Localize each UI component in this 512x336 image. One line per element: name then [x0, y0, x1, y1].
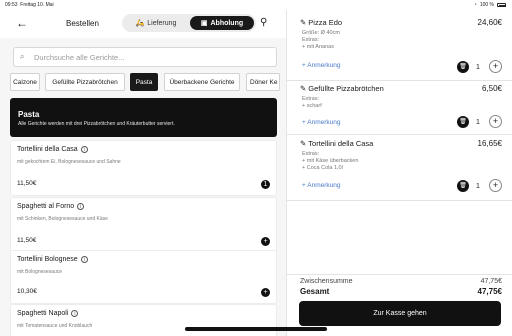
trash-icon[interactable]: 🗑 [457, 61, 469, 73]
cart-item-name[interactable]: ✎ Gefüllte Pizzabrötchen [300, 84, 384, 93]
status-bar: 09:53 Freitag 10. Mai ◔ 100 % [0, 0, 512, 10]
category-banner: Pasta Alle Gerichte werden mit drei Pizz… [10, 98, 277, 137]
info-icon[interactable]: i [80, 256, 88, 263]
subtotal-row: Zwischensumme 47,75€ [300, 278, 502, 285]
menu-item-description: mit gekochtem Ei, Bolognesesauce und Sah… [17, 159, 121, 165]
cart-item-price: 6,50€ [481, 84, 502, 93]
cart-item-details: Extras: + scharf [302, 96, 322, 110]
add-note-link[interactable]: + Anmerkung [302, 119, 340, 126]
battery-icon [497, 3, 506, 7]
back-arrow-icon[interactable]: ← [16, 16, 28, 30]
divider [287, 274, 512, 275]
status-time-date: 09:53 Freitag 10. Mai [5, 2, 54, 8]
quantity-value: 1 [476, 183, 480, 190]
menu-item[interactable]: Tortellini della Casa i mit gekochtem Ei,… [10, 140, 277, 196]
menu-item-name: Tortellini Bolognese i [17, 256, 88, 263]
menu-item-price: 11,50€ [17, 180, 37, 187]
location-pin-icon[interactable]: ⚲ [260, 17, 267, 28]
delivery-option[interactable]: 🛵 Lieferung [124, 16, 188, 30]
cart-item-price: 24,60€ [477, 18, 502, 27]
menu-item-name: Tortellini della Casa i [17, 146, 88, 153]
battery-percent: 100 % [479, 2, 494, 8]
search-input[interactable]: ⌕ Durchsuche alle Gerichte... [13, 47, 277, 67]
bag-icon: ▣ [200, 20, 208, 27]
menu-item-description: mit Bolognesesauce [17, 269, 63, 275]
divider [287, 200, 512, 201]
info-icon[interactable]: i [80, 146, 88, 153]
checkout-button[interactable]: Zur Kasse gehen [299, 301, 501, 326]
plus-icon[interactable]: + [489, 115, 502, 128]
quantity-value: 1 [476, 64, 480, 71]
pencil-icon: ✎ [300, 139, 307, 148]
cart-pane: ✎ Pizza Edo 24,60€ Größe: Ø 40cm Extras: … [287, 10, 512, 336]
subtotal-value: 47,75€ [480, 278, 502, 285]
page-title: Bestellen [66, 19, 99, 28]
info-icon[interactable]: i [71, 310, 79, 317]
add-icon[interactable]: + [261, 288, 270, 297]
cart-item-details: Extras: + mit Käse überbacken + Coca Col… [302, 151, 359, 172]
quantity-value: 1 [476, 119, 480, 126]
wifi-icon: ◔ [473, 2, 477, 8]
delivery-label: Lieferung [147, 19, 177, 27]
order-type-toggle: 🛵 Lieferung ▣ Abholung [122, 14, 256, 32]
banner-description: Alle Gerichte werden mit drei Pizzabrötc… [18, 121, 175, 127]
category-doener[interactable]: Döner Ke [246, 73, 280, 91]
cart-item-details: Größe: Ø 40cm Extras: + mit Ananas [302, 30, 340, 51]
add-icon[interactable]: 1 [261, 180, 270, 189]
category-gefuellte-pizzabroetchen[interactable]: Gefüllte Pizzabrötchen [45, 73, 125, 91]
cart-item: ✎ Tortellini della Casa 16,65€ Extras: + … [300, 139, 502, 209]
status-right: ◔ 100 % [474, 2, 506, 8]
subtotal-label: Zwischensumme [300, 278, 353, 285]
scooter-icon: 🛵 [135, 20, 145, 27]
menu-item[interactable]: Tortellini Bolognese i mit Bolognesesauce… [10, 250, 277, 304]
add-note-link[interactable]: + Anmerkung [302, 182, 340, 189]
cart-item: ✎ Pizza Edo 24,60€ Größe: Ø 40cm Extras: … [300, 18, 502, 88]
add-note-link[interactable]: + Anmerkung [302, 62, 340, 69]
header: ← Bestellen 🛵 Lieferung ▣ Abholung ⚲ [0, 10, 286, 38]
banner-title: Pasta [18, 110, 40, 119]
plus-icon[interactable]: + [489, 179, 502, 192]
pencil-icon: ✎ [300, 84, 307, 93]
category-pasta[interactable]: Pasta [130, 73, 158, 91]
search-icon: ⌕ [20, 52, 25, 61]
menu-item-name: Spaghetti al Forno i [17, 203, 85, 210]
menu-item-description: mit Schinken, Bolognesesauce und Käse [17, 216, 108, 222]
cart-item: ✎ Gefüllte Pizzabrötchen 6,50€ Extras: + … [300, 84, 502, 144]
category-calzone[interactable]: Calzone [10, 73, 40, 91]
pickup-option[interactable]: ▣ Abholung [190, 16, 254, 30]
cart-item-name[interactable]: ✎ Pizza Edo [300, 18, 342, 27]
menu-pane: ← Bestellen 🛵 Lieferung ▣ Abholung ⚲ ⌕ D… [0, 10, 286, 336]
total-row: Gesamt 47,75€ [300, 287, 502, 296]
divider [287, 134, 512, 135]
home-indicator[interactable] [185, 327, 327, 331]
trash-icon[interactable]: 🗑 [457, 116, 469, 128]
total-value: 47,75€ [477, 287, 502, 296]
pickup-label: Abholung [210, 19, 244, 27]
search-placeholder: Durchsuche alle Gerichte... [34, 53, 125, 62]
category-tabs: Calzone Gefüllte Pizzabrötchen Pasta Übe… [0, 73, 286, 93]
category-ueberbackene-gerichte[interactable]: Überbackene Gerichte [164, 73, 240, 91]
menu-item-description: mit Tomatensauce und Knoblauch [17, 323, 93, 329]
info-icon[interactable]: i [77, 203, 85, 210]
plus-icon[interactable]: + [489, 60, 502, 73]
trash-icon[interactable]: 🗑 [457, 180, 469, 192]
menu-item-price: 10,30€ [17, 288, 37, 295]
menu-item-name: Spaghetti Napoli i [17, 310, 79, 317]
pencil-icon: ✎ [300, 18, 307, 27]
cart-item-price: 16,65€ [477, 139, 502, 148]
total-label: Gesamt [300, 287, 330, 296]
menu-item[interactable]: Spaghetti al Forno i mit Schinken, Bologn… [10, 197, 277, 253]
cart-item-name[interactable]: ✎ Tortellini della Casa [300, 139, 373, 148]
add-icon[interactable]: + [261, 237, 270, 246]
divider [287, 80, 512, 81]
menu-item-price: 11,50€ [17, 237, 37, 244]
menu-item[interactable]: Spaghetti Napoli i mit Tomatensauce und K… [10, 304, 277, 336]
